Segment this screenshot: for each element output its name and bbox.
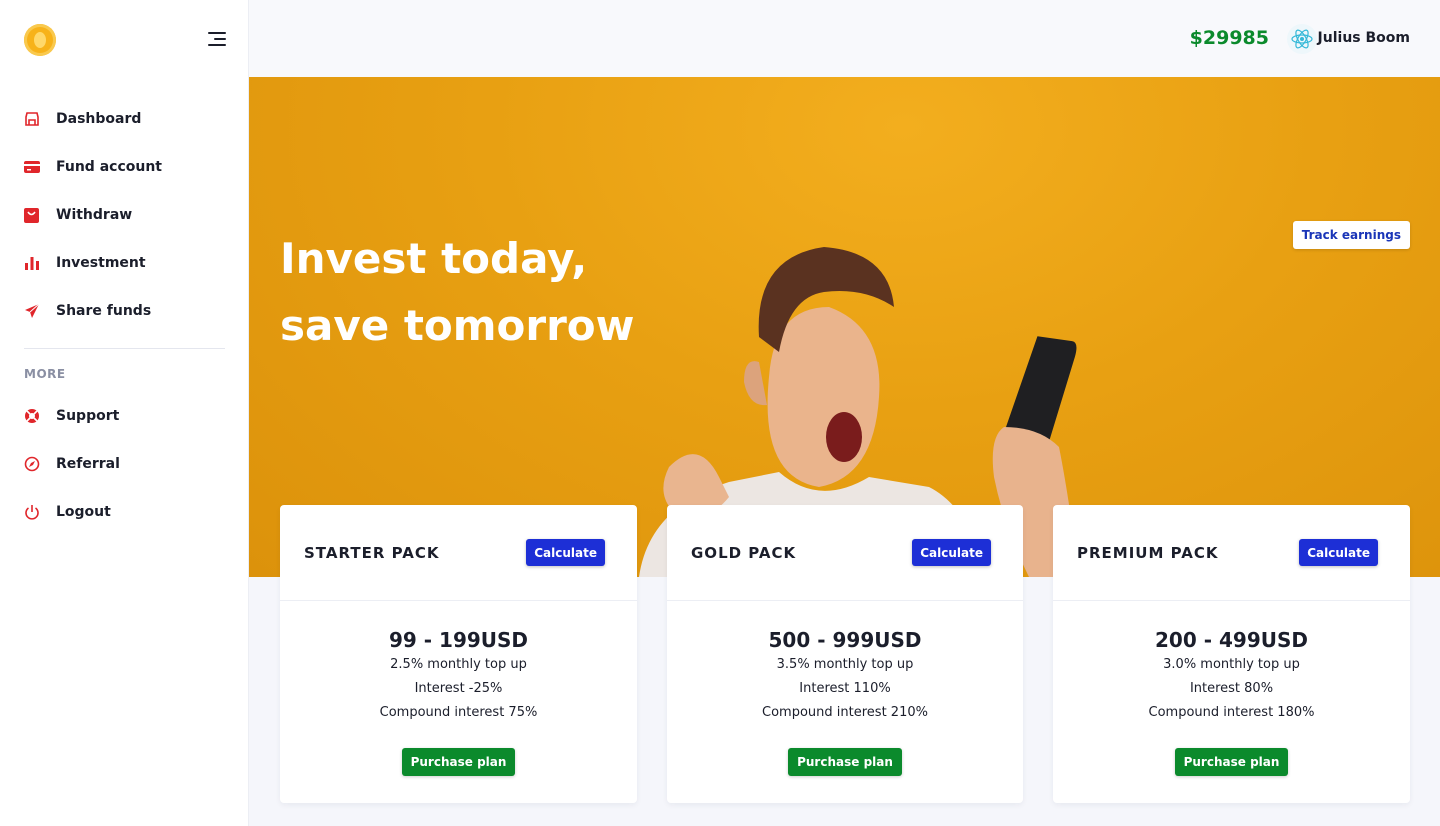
- plan-card-gold: GOLD PACK Calculate 500 - 999USD 3.5% mo…: [667, 505, 1023, 803]
- sidebar-item-label: Dashboard: [56, 111, 142, 127]
- plan-compound-interest: Compound interest 180%: [1148, 705, 1315, 720]
- sidebar-item-withdraw[interactable]: Withdraw: [0, 191, 249, 239]
- plan-card-body: 500 - 999USD 3.5% monthly top up Interes…: [667, 601, 1023, 776]
- plan-card-starter: STARTER PACK Calculate 99 - 199USD 2.5% …: [280, 505, 637, 803]
- purchase-plan-button[interactable]: Purchase plan: [401, 748, 516, 776]
- plan-topup: 3.5% monthly top up: [776, 657, 914, 672]
- sidebar-item-support[interactable]: Support: [0, 392, 249, 440]
- plan-card-header: STARTER PACK Calculate: [280, 505, 637, 601]
- card-icon: [23, 159, 40, 176]
- user-name[interactable]: Julius Boom: [1318, 30, 1410, 46]
- sidebar-item-label: Support: [56, 408, 120, 424]
- power-icon: [23, 504, 40, 521]
- sidebar-item-label: Fund account: [56, 159, 162, 175]
- plan-name: GOLD PACK: [691, 544, 797, 562]
- sidebar-item-label: Investment: [56, 255, 146, 271]
- plan-interest: Interest 110%: [799, 681, 891, 696]
- sidebar-item-dashboard[interactable]: Dashboard: [0, 95, 249, 143]
- lifebuoy-icon: [23, 408, 40, 425]
- more-nav: Support Referral Logout: [0, 392, 249, 536]
- plan-price: 99 - 199USD: [388, 628, 529, 652]
- plan-card-body: 200 - 499USD 3.0% monthly top up Interes…: [1053, 601, 1410, 776]
- bag-icon: [23, 207, 40, 224]
- plan-card-body: 99 - 199USD 2.5% monthly top up Interest…: [280, 601, 637, 776]
- hero-banner: Invest today, save tomorrow Track earnin…: [249, 77, 1440, 577]
- plan-card-premium: PREMIUM PACK Calculate 200 - 499USD 3.0%…: [1053, 505, 1410, 803]
- sidebar-divider: [24, 348, 225, 349]
- plan-price: 500 - 999USD: [768, 628, 922, 652]
- sidebar: Dashboard Fund account Withdraw Investme…: [0, 0, 249, 826]
- store-icon: [23, 111, 40, 128]
- plan-price: 200 - 499USD: [1155, 628, 1308, 652]
- plan-name: PREMIUM PACK: [1077, 544, 1219, 562]
- calculate-button[interactable]: Calculate: [912, 539, 991, 566]
- top-bar: $29985 Julius Boom: [249, 0, 1440, 77]
- purchase-plan-button[interactable]: Purchase plan: [1174, 748, 1289, 776]
- send-icon: [23, 303, 40, 320]
- track-earnings-button[interactable]: Track earnings: [1292, 221, 1410, 249]
- plan-interest: Interest -25%: [414, 681, 503, 696]
- sidebar-item-share-funds[interactable]: Share funds: [0, 287, 249, 335]
- account-balance: $29985: [1189, 27, 1269, 49]
- plan-compound-interest: Compound interest 210%: [762, 705, 928, 720]
- logo[interactable]: [24, 24, 56, 56]
- plan-interest: Interest 80%: [1189, 681, 1274, 696]
- sidebar-item-referral[interactable]: Referral: [0, 440, 249, 488]
- sidebar-item-fund-account[interactable]: Fund account: [0, 143, 249, 191]
- bar-chart-icon: [23, 255, 40, 272]
- more-section-label: MORE: [24, 367, 66, 381]
- sidebar-item-label: Share funds: [56, 303, 152, 319]
- menu-toggle-icon[interactable]: [206, 31, 226, 47]
- plan-topup: 3.0% monthly top up: [1163, 657, 1300, 672]
- sidebar-item-logout[interactable]: Logout: [0, 488, 249, 536]
- sidebar-item-label: Logout: [56, 504, 111, 520]
- calculate-button[interactable]: Calculate: [1299, 539, 1378, 566]
- plan-topup: 2.5% monthly top up: [390, 657, 527, 672]
- sidebar-item-label: Referral: [56, 456, 120, 472]
- sidebar-item-label: Withdraw: [56, 207, 133, 223]
- react-atom-icon: [1291, 29, 1313, 49]
- sidebar-item-investment[interactable]: Investment: [0, 239, 249, 287]
- main-nav: Dashboard Fund account Withdraw Investme…: [0, 95, 249, 335]
- purchase-plan-button[interactable]: Purchase plan: [788, 748, 902, 776]
- calculate-button[interactable]: Calculate: [526, 539, 605, 566]
- plan-card-header: GOLD PACK Calculate: [667, 505, 1023, 601]
- plan-card-header: PREMIUM PACK Calculate: [1053, 505, 1410, 601]
- avatar[interactable]: [1287, 24, 1317, 54]
- plan-compound-interest: Compound interest 75%: [379, 705, 538, 720]
- compass-icon: [23, 456, 40, 473]
- plan-name: STARTER PACK: [304, 544, 440, 562]
